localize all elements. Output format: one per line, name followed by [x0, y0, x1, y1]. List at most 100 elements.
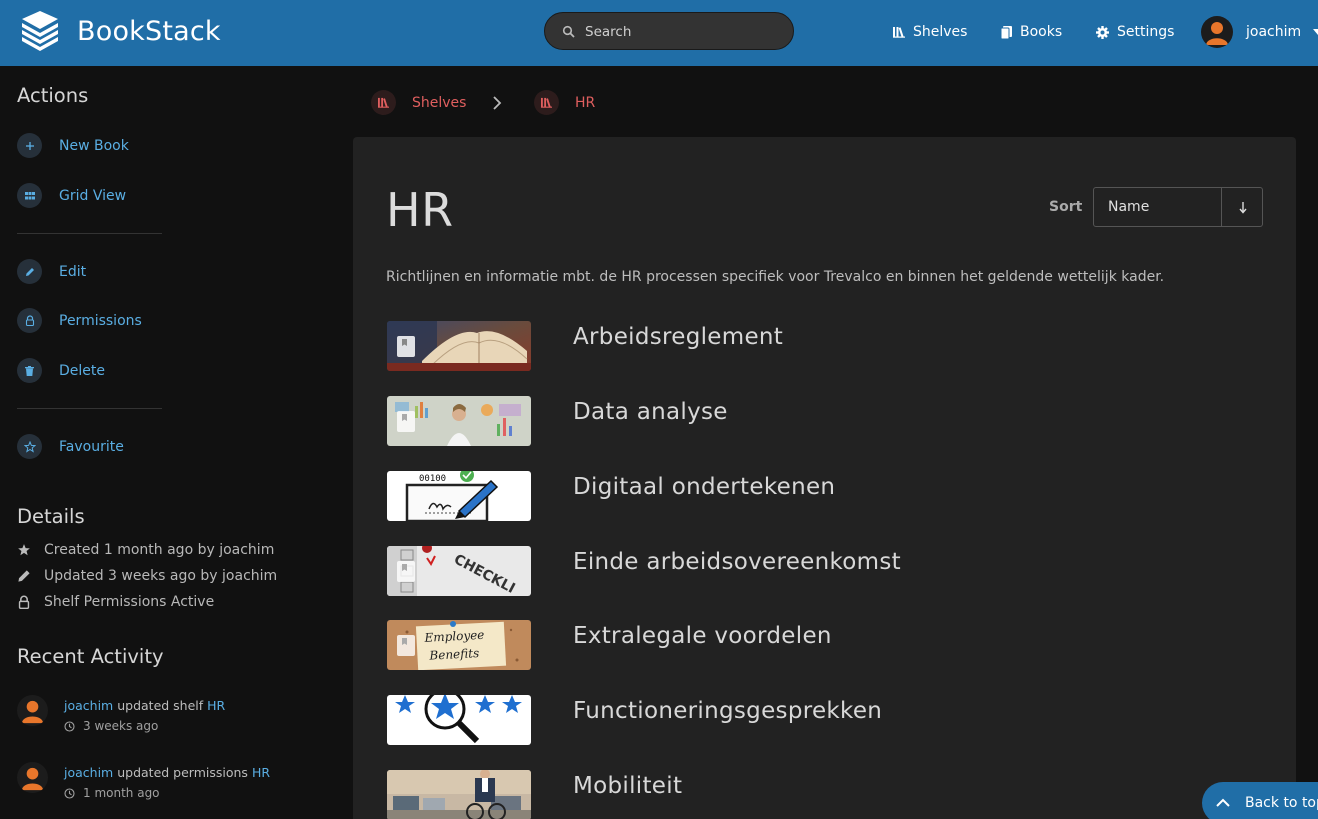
- sort-control: Name: [1093, 187, 1263, 227]
- detail-created: Created 1 month ago by joachim: [17, 542, 274, 558]
- activity-time: 1 month ago: [64, 786, 160, 800]
- book-item[interactable]: 00100 Digitaal ondertekenen: [387, 471, 1267, 521]
- book-item[interactable]: CHECKLI Einde arbeidsovereenkomst: [387, 546, 1267, 596]
- search-box: [544, 12, 794, 50]
- breadcrumb-hr[interactable]: HR: [534, 90, 595, 115]
- app-logo[interactable]: BookStack: [18, 11, 221, 51]
- book-icon: [397, 336, 415, 357]
- sort-direction-button[interactable]: [1221, 188, 1263, 226]
- activity-item: joachim updated permissions HR 1 month a…: [17, 762, 337, 807]
- nav-shelves[interactable]: Shelves: [893, 20, 967, 44]
- lock-icon: [18, 595, 30, 609]
- star-icon: [17, 434, 42, 459]
- shelf-description: Richtlijnen en informatie mbt. de HR pro…: [386, 269, 1165, 285]
- chevron-up-icon: [1216, 798, 1230, 807]
- app-name: BookStack: [77, 15, 221, 47]
- thumb-text: 00100: [419, 474, 446, 484]
- books-icon: [1001, 25, 1012, 39]
- activity-item: joachim updated shelf HR 3 weeks ago: [17, 695, 337, 740]
- permissions-button[interactable]: Permissions: [17, 308, 142, 333]
- book-item[interactable]: Functioneringsgesprekken: [387, 695, 1267, 745]
- detail-updated-text: Updated 3 weeks ago by joachim: [44, 568, 278, 584]
- book-title[interactable]: Einde arbeidsovereenkomst: [573, 549, 901, 575]
- search-input[interactable]: [585, 21, 780, 43]
- back-to-top-button[interactable]: Back to top: [1202, 782, 1318, 819]
- plus-icon: [17, 133, 42, 158]
- book-item[interactable]: Mobiliteit: [387, 770, 1267, 819]
- edit-button[interactable]: Edit: [17, 259, 86, 284]
- grid-view-label: Grid View: [59, 187, 127, 204]
- permissions-label: Permissions: [59, 312, 142, 329]
- nav-settings[interactable]: Settings: [1096, 20, 1174, 44]
- book-icon: [397, 561, 415, 582]
- activity-user-link[interactable]: joachim: [64, 698, 113, 713]
- book-title[interactable]: Arbeidsreglement: [573, 324, 783, 350]
- book-icon: [397, 411, 415, 432]
- chevron-right-icon: [493, 96, 502, 110]
- activity-time-text: 3 weeks ago: [83, 719, 159, 733]
- book-cover-image: [387, 770, 531, 819]
- back-to-top-label: Back to top: [1245, 795, 1318, 811]
- nav-shelves-label: Shelves: [913, 24, 968, 40]
- user-avatar-icon: [21, 700, 44, 724]
- book-item[interactable]: Employee Benefits Extralegale voordelen: [387, 620, 1267, 670]
- detail-updated: Updated 3 weeks ago by joachim: [17, 568, 277, 584]
- book-title[interactable]: Data analyse: [573, 399, 728, 425]
- favourite-button[interactable]: Favourite: [17, 434, 124, 459]
- book-cover-image: 00100: [387, 471, 531, 521]
- book-icon: [397, 635, 415, 656]
- divider: [17, 233, 162, 234]
- book-cover-image: [387, 321, 531, 371]
- breadcrumb-shelves[interactable]: Shelves: [371, 90, 466, 115]
- new-book-label: New Book: [59, 137, 129, 154]
- shelves-icon: [893, 27, 905, 38]
- avatar: [1201, 16, 1233, 48]
- pencil-icon: [18, 570, 30, 582]
- thumb-text: Benefits: [428, 646, 479, 663]
- nav-settings-label: Settings: [1117, 24, 1175, 40]
- sort-select[interactable]: Name: [1108, 199, 1149, 215]
- detail-permissions-text: Shelf Permissions Active: [44, 594, 215, 610]
- nav-books-label: Books: [1020, 24, 1063, 40]
- activity-target-link[interactable]: HR: [207, 698, 225, 713]
- detail-created-text: Created 1 month ago by joachim: [44, 542, 275, 558]
- shelves-icon: [534, 90, 559, 115]
- activity-time-text: 1 month ago: [83, 786, 160, 800]
- pencil-icon: [17, 259, 42, 284]
- activity-action: updated permissions: [117, 765, 248, 780]
- nav-books[interactable]: Books: [1001, 20, 1062, 44]
- arrow-down-icon: [1238, 201, 1247, 214]
- favourite-label: Favourite: [59, 438, 124, 455]
- user-avatar-icon: [21, 767, 44, 791]
- user-name: joachim: [1246, 24, 1302, 40]
- book-title[interactable]: Mobiliteit: [573, 773, 682, 799]
- activity-target-link[interactable]: HR: [252, 765, 270, 780]
- book-title[interactable]: Extralegale voordelen: [573, 623, 832, 649]
- top-header: BookStack Shelves Books: [0, 0, 1318, 66]
- book-item[interactable]: Arbeidsreglement: [387, 321, 1267, 371]
- gear-icon: [1096, 25, 1109, 39]
- book-item[interactable]: Data analyse: [387, 396, 1267, 446]
- new-book-button[interactable]: New Book: [17, 133, 129, 158]
- details-heading: Details: [17, 505, 85, 528]
- grid-view-button[interactable]: Grid View: [17, 183, 126, 208]
- breadcrumb-shelves-label: Shelves: [412, 94, 467, 111]
- lock-icon: [17, 308, 42, 333]
- book-title[interactable]: Digitaal ondertekenen: [573, 474, 835, 500]
- delete-button[interactable]: Delete: [17, 358, 105, 383]
- recent-activity-heading: Recent Activity: [17, 645, 164, 668]
- shelves-icon: [371, 90, 396, 115]
- breadcrumb-hr-label: HR: [575, 94, 596, 111]
- star-icon: [18, 544, 30, 556]
- user-menu[interactable]: joachim: [1201, 16, 1318, 48]
- detail-permissions: Shelf Permissions Active: [17, 594, 214, 610]
- activity-user-link[interactable]: joachim: [64, 765, 113, 780]
- activity-action: updated shelf: [117, 698, 204, 713]
- user-avatar-icon: [1206, 22, 1228, 45]
- delete-label: Delete: [59, 362, 105, 379]
- trash-icon: [17, 358, 42, 383]
- avatar: [17, 762, 48, 793]
- book-title[interactable]: Functioneringsgesprekken: [573, 698, 882, 724]
- activity-text: joachim updated shelf HR: [64, 698, 225, 713]
- edit-label: Edit: [59, 263, 87, 280]
